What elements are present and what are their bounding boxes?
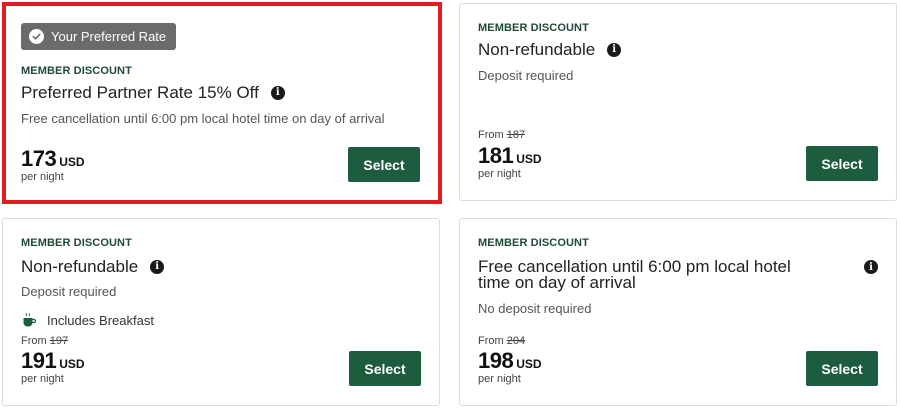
select-button[interactable]: Select: [806, 351, 878, 386]
preferred-rate-label: Your Preferred Rate: [51, 29, 167, 44]
info-icon[interactable]: i: [864, 260, 878, 274]
original-price: 197: [49, 335, 69, 347]
price-amount: 198: [478, 348, 514, 373]
member-discount-tag: MEMBER DISCOUNT: [478, 22, 589, 34]
select-button[interactable]: Select: [348, 147, 420, 182]
rate-price: 181 USD: [478, 143, 542, 169]
per-night-label: per night: [21, 373, 64, 385]
price-amount: 181: [478, 143, 514, 168]
rate-policy: Free cancellation until 6:00 pm local ho…: [21, 111, 385, 126]
original-price-line: From 187: [478, 129, 525, 141]
rate-policy: No deposit required: [478, 301, 592, 316]
amenity-breakfast: Includes Breakfast: [21, 312, 154, 328]
info-icon[interactable]: i: [607, 43, 622, 57]
amenity-label: Includes Breakfast: [47, 312, 154, 328]
rate-title-line-2: time on day of arrival: [478, 273, 636, 292]
info-icon[interactable]: i: [270, 86, 285, 100]
original-price: 204: [506, 335, 526, 347]
per-night-label: per night: [21, 171, 64, 183]
rate-card-non-refundable-breakfast: MEMBER DISCOUNT Non-refundable i Deposit…: [2, 218, 440, 406]
member-discount-tag: MEMBER DISCOUNT: [21, 65, 132, 77]
price-amount: 191: [21, 348, 57, 373]
rate-policy: Deposit required: [478, 68, 574, 83]
rate-title-text: Non-refundable: [478, 40, 596, 59]
rate-title: Preferred Partner Rate 15% Off i: [21, 83, 285, 102]
coffee-cup-icon: [21, 312, 37, 328]
rate-policy: Deposit required: [21, 284, 117, 299]
price-currency: USD: [59, 357, 85, 371]
per-night-label: per night: [478, 373, 521, 385]
rate-card-preferred: Your Preferred Rate MEMBER DISCOUNT Pref…: [2, 2, 442, 204]
price-currency: USD: [59, 155, 85, 169]
rate-title-text: Non-refundable: [21, 257, 139, 276]
info-icon[interactable]: i: [150, 260, 165, 274]
preferred-rate-badge: Your Preferred Rate: [21, 23, 177, 50]
from-label: From: [478, 335, 504, 347]
rate-title: Non-refundable i: [21, 257, 165, 276]
price-amount: 173: [21, 146, 57, 171]
rate-title: Non-refundable i: [478, 40, 622, 59]
per-night-label: per night: [478, 168, 521, 180]
member-discount-tag: MEMBER DISCOUNT: [21, 237, 132, 249]
rate-card-free-cancellation: MEMBER DISCOUNT Free cancellation until …: [459, 218, 897, 406]
rate-price: 173 USD: [21, 146, 85, 172]
select-button[interactable]: Select: [349, 351, 421, 386]
rate-title-text: Preferred Partner Rate 15% Off: [21, 83, 259, 102]
from-label: From: [21, 335, 47, 347]
original-price: 187: [506, 129, 526, 141]
rate-title: Free cancellation until 6:00 pm local ho…: [478, 258, 838, 292]
member-discount-tag: MEMBER DISCOUNT: [478, 237, 589, 249]
original-price-line: From 204: [478, 335, 525, 347]
rate-price: 191 USD: [21, 348, 85, 374]
check-circle-icon: [29, 29, 44, 44]
rate-card-non-refundable: MEMBER DISCOUNT Non-refundable i Deposit…: [459, 3, 897, 201]
price-currency: USD: [516, 152, 542, 166]
rate-price: 198 USD: [478, 348, 542, 374]
original-price-line: From 197: [21, 335, 68, 347]
from-label: From: [478, 129, 504, 141]
select-button[interactable]: Select: [806, 146, 878, 181]
price-currency: USD: [516, 357, 542, 371]
